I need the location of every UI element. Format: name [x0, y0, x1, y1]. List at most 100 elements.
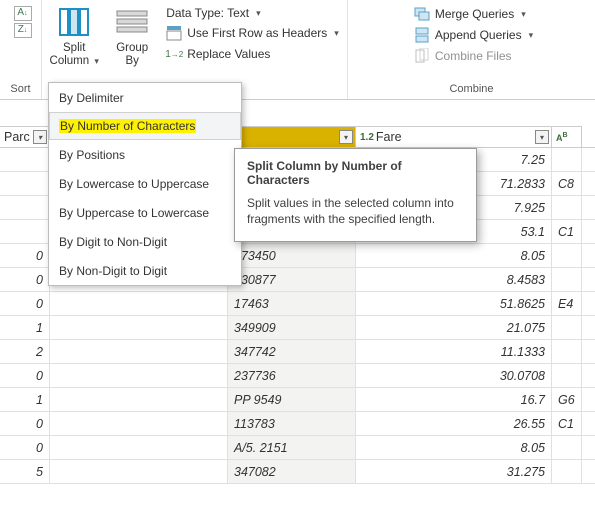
combine-files-icon [414, 48, 430, 64]
cell-cabin [552, 196, 582, 219]
data-type-button[interactable]: Data Type: Text▾ [162, 6, 343, 20]
cell-ticket: 17463 [228, 292, 356, 315]
cell-cabin [552, 460, 582, 483]
cell-gap [50, 364, 228, 387]
combine-group-label: Combine [352, 81, 591, 99]
cell-ticket: 237736 [228, 364, 356, 387]
cell-fare: 51.8625 [356, 292, 552, 315]
column-header-parch[interactable]: Parc ▾ [0, 126, 50, 147]
split-column-button[interactable]: SplitColumn ▾ [46, 2, 102, 70]
table-row[interactable]: 234774211.1333 [0, 340, 595, 364]
cell-cabin [552, 364, 582, 387]
column-header-fare[interactable]: 1.2 Fare ▾ [356, 126, 552, 147]
replace-values-button[interactable]: 1→2 Replace Values [162, 46, 343, 62]
tooltip: Split Column by Number of Characters Spl… [234, 148, 477, 242]
table-row[interactable]: 5 34708231.275 [0, 460, 595, 484]
table-row[interactable]: 0 1746351.8625E4 [0, 292, 595, 316]
combine-files-button[interactable]: Combine Files [410, 48, 537, 64]
cell-fare: 8.05 [356, 436, 552, 459]
datatype-text-icon: AB [556, 132, 568, 143]
table-row[interactable]: 1 34990921.075 [0, 316, 595, 340]
split-column-icon [56, 4, 92, 40]
filter-dropdown-icon[interactable]: ▾ [33, 130, 47, 144]
append-queries-icon [414, 27, 430, 43]
table-row[interactable]: 0 11378326.55C1 [0, 412, 595, 436]
cell-cabin [552, 268, 582, 291]
cell-parch: 0 [0, 292, 50, 315]
cell-fare: 16.7 [356, 388, 552, 411]
cell-fare: 31.275 [356, 460, 552, 483]
cell-fare: 21.075 [356, 316, 552, 339]
split-column-dropdown: By DelimiterBy Number of CharactersBy Po… [48, 82, 242, 286]
cell-ticket: 373450 [228, 244, 356, 267]
dropdown-item-by-uppercase-to-lowercase[interactable]: By Uppercase to Lowercase [49, 198, 241, 227]
cell-parch: 1 [0, 316, 50, 339]
dropdown-item-by-digit-to-non-digit[interactable]: By Digit to Non-Digit [49, 227, 241, 256]
cell-ticket: 349909 [228, 316, 356, 339]
group-by-icon [114, 4, 150, 40]
cell-parch [0, 220, 50, 243]
cell-cabin [552, 340, 582, 363]
sort-group-label: Sort [4, 81, 37, 99]
cell-gap [50, 460, 228, 483]
cell-cabin [552, 244, 582, 267]
merge-queries-button[interactable]: Merge Queries▾ [410, 6, 537, 22]
cell-ticket: A/5. 2151 [228, 436, 356, 459]
cell-cabin [552, 316, 582, 339]
cell-ticket: 347082 [228, 460, 356, 483]
datatype-decimal-icon: 1.2 [360, 132, 374, 143]
cell-parch: 0 [0, 268, 50, 291]
dropdown-item-by-lowercase-to-uppercase[interactable]: By Lowercase to Uppercase [49, 169, 241, 198]
cell-parch [0, 172, 50, 195]
cell-parch: 1 [0, 388, 50, 411]
sort-desc-button[interactable]: Z↓ [14, 23, 32, 38]
cell-gap [50, 388, 228, 411]
cell-parch: 0 [0, 412, 50, 435]
tooltip-title: Split Column by Number of Characters [247, 159, 464, 187]
cell-ticket: PP 9549 [228, 388, 356, 411]
dropdown-item-by-positions[interactable]: By Positions [49, 140, 241, 169]
table-row[interactable]: 0 23773630.0708 [0, 364, 595, 388]
table-row[interactable]: 1 PP 954916.7G6 [0, 388, 595, 412]
cell-cabin [552, 436, 582, 459]
cell-ticket: 113783 [228, 412, 356, 435]
use-first-row-button[interactable]: Use First Row as Headers▾ [162, 25, 343, 41]
dropdown-item-by-delimiter[interactable]: By Delimiter [49, 83, 241, 112]
cell-ticket: 347742 [228, 340, 356, 363]
cell-cabin: C8 [552, 172, 582, 195]
replace-values-icon: 1→2 [166, 46, 182, 62]
cell-fare: 11.1333 [356, 340, 552, 363]
dropdown-item-by-non-digit-to-digit[interactable]: By Non-Digit to Digit [49, 256, 241, 285]
table-row[interactable]: 0 A/5. 21518.05 [0, 436, 595, 460]
cell-fare: 8.05 [356, 244, 552, 267]
dropdown-item-by-number-of-characters[interactable]: By Number of Characters [49, 112, 241, 140]
cell-fare: 26.55 [356, 412, 552, 435]
tooltip-body: Split values in the selected column into… [247, 195, 464, 227]
sort-asc-button[interactable]: A↓ [14, 6, 32, 21]
append-queries-button[interactable]: Append Queries▾ [410, 27, 537, 43]
cell-gap [50, 436, 228, 459]
cell-gap [50, 412, 228, 435]
cell-cabin [552, 148, 582, 171]
cell-gap [50, 316, 228, 339]
cell-parch: 0 [0, 244, 50, 267]
table-header-icon [166, 25, 182, 41]
cell-parch [0, 196, 50, 219]
cell-gap [50, 340, 228, 363]
filter-dropdown-icon[interactable]: ▾ [535, 130, 549, 144]
cell-cabin: C1 [552, 412, 582, 435]
cell-parch: 0 [0, 364, 50, 387]
cell-gap [50, 292, 228, 315]
cell-cabin: G6 [552, 388, 582, 411]
cell-parch: 0 [0, 436, 50, 459]
cell-fare: 8.4583 [356, 268, 552, 291]
group-by-button[interactable]: GroupBy [104, 2, 160, 70]
cell-cabin: E4 [552, 292, 582, 315]
filter-dropdown-icon[interactable]: ▾ [339, 130, 353, 144]
cell-parch: 5 [0, 460, 50, 483]
cell-ticket: 330877 [228, 268, 356, 291]
column-header-ticket[interactable]: ▾ [228, 126, 356, 147]
cell-fare: 30.0708 [356, 364, 552, 387]
column-header-cabin[interactable]: AB [552, 126, 582, 147]
merge-queries-icon [414, 6, 430, 22]
